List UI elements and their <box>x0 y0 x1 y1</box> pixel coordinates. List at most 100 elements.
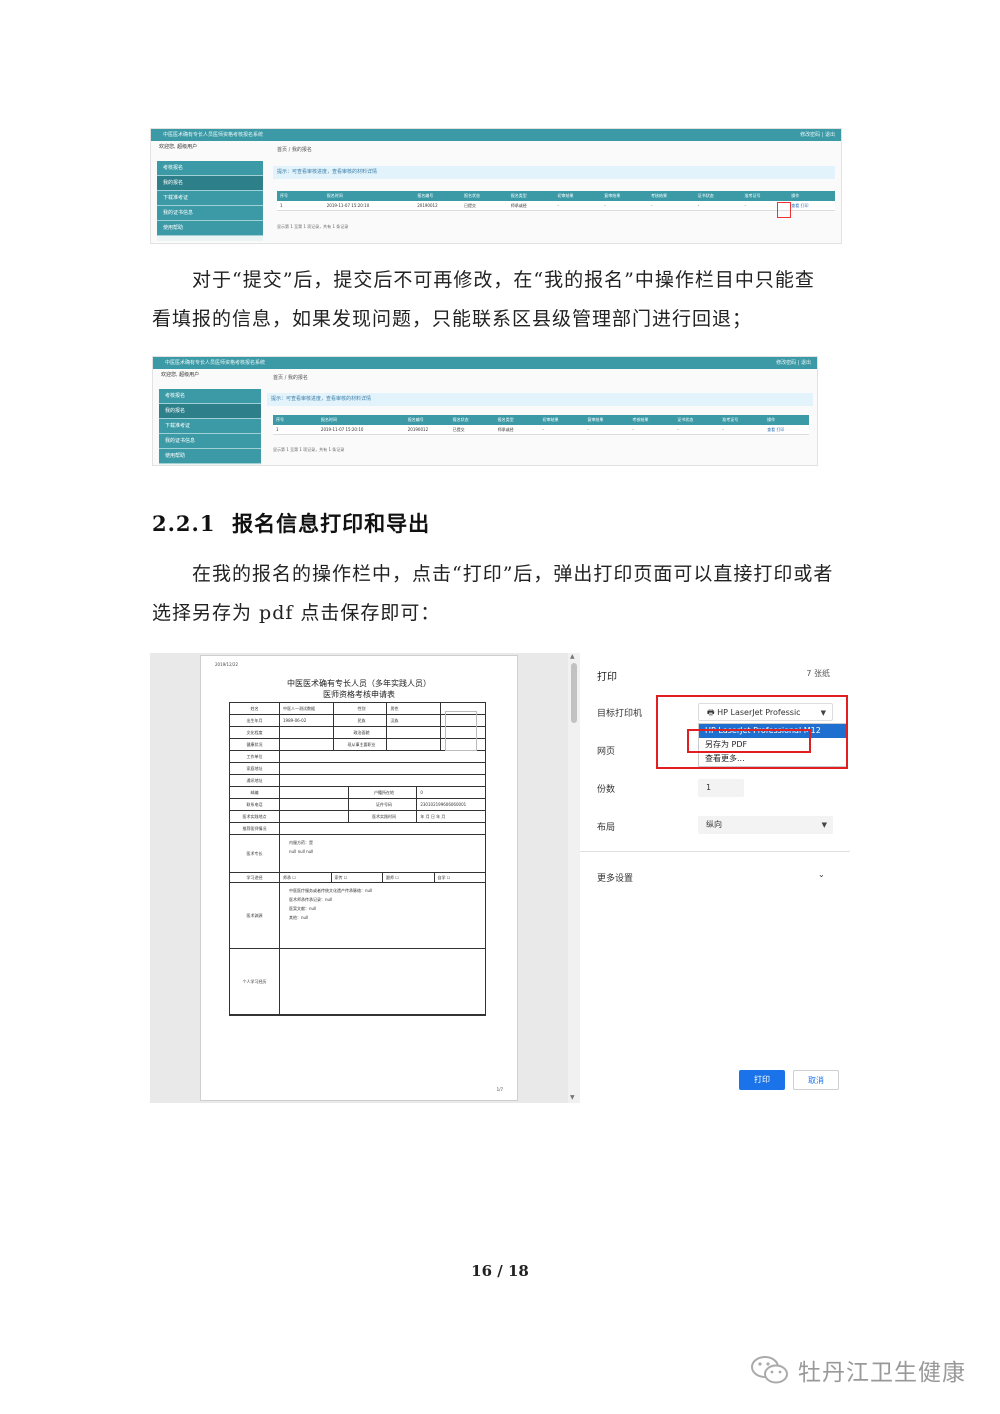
column-header: 初审结果 <box>542 417 559 422</box>
header-links[interactable]: 修改密码 | 退出 <box>800 129 835 141</box>
print-date: 2019/12/22 <box>215 662 239 667</box>
section-heading: 2.2.1 报名信息打印和导出 <box>152 508 430 538</box>
scroll-thumb[interactable] <box>571 663 577 723</box>
sidebar-item-my-registration[interactable]: 我的报名 <box>159 404 261 419</box>
table-cell: - <box>632 427 634 432</box>
more-settings[interactable]: 更多设置 <box>597 871 633 884</box>
form-label: 现从事主要职业 <box>334 739 388 750</box>
scroll-down-icon[interactable]: ▼ <box>570 1094 575 1101</box>
sidebar-item-apply[interactable]: 考核报名 <box>159 389 261 404</box>
form-label: 医术实践时间 <box>349 811 418 822</box>
scroll-up-icon[interactable]: ▲ <box>570 653 575 660</box>
list-item: null null null <box>289 849 314 854</box>
form-value: 汉族 <box>390 717 399 723</box>
wechat-icon <box>751 1356 788 1384</box>
column-header: 证书状态 <box>677 417 694 422</box>
table-cell: - <box>677 427 679 432</box>
sidebar-item-certificate[interactable]: 我的证书信息 <box>157 206 263 221</box>
form-label: 邮编 <box>230 787 280 798</box>
column-header: 复审结果 <box>587 417 604 422</box>
form-label: 政治面貌 <box>334 727 388 738</box>
sidebar-item-apply[interactable]: 考核报名 <box>157 161 263 176</box>
form-label: 民族 <box>334 715 388 726</box>
table-header-row: 序号 报名时间 报名编号 报名状态 报名类型 初审结果 复审结果 考核结果 证书… <box>277 191 835 201</box>
table-cell: - <box>542 427 544 432</box>
header-links[interactable]: 修改密码 | 退出 <box>776 357 811 369</box>
column-header: 报名时间 <box>326 193 343 198</box>
table-cell: 20190012 <box>407 427 429 432</box>
table-cell: - <box>722 427 724 432</box>
sidebar-item-admission-ticket[interactable]: 下载准考证 <box>159 419 261 434</box>
form-label: 出生年月 <box>230 715 280 726</box>
form-value: 男性 <box>390 705 399 711</box>
column-header: 证书状态 <box>697 193 714 198</box>
column-header: 报名状态 <box>464 193 480 198</box>
form-label: 健康状况 <box>230 739 280 750</box>
form-label: 推荐医师情况 <box>230 823 280 834</box>
chevron-down-icon[interactable]: ⌄ <box>818 870 825 879</box>
layout-label: 布局 <box>597 823 616 833</box>
study-option: 师承 ☐ <box>280 873 332 882</box>
photo-placeholder <box>445 711 477 751</box>
copies-input[interactable]: 1 <box>698 779 744 797</box>
column-header: 报名状态 <box>452 417 469 422</box>
table-cell: - <box>587 427 589 432</box>
form-title-line2: 医师资格考核申请表 <box>323 690 395 699</box>
spec-list: 内服方药：是 null null null <box>283 835 313 856</box>
list-item: 医案文献：null <box>289 906 317 911</box>
column-header: 报名时间 <box>320 417 337 422</box>
form-label: 家庭地址 <box>230 763 280 774</box>
table-cell: - <box>697 203 700 208</box>
divider <box>580 851 850 852</box>
sidebar: 考核报名 我的报名 下载准考证 我的证书信息 使用帮助 <box>157 161 263 241</box>
system-title: 中医医术确有专长人员医师资格考核报名系统 <box>165 360 266 366</box>
registration-table: 序号 报名时间 报名编号 报名状态 报名类型 初审结果 复审结果 考核结果 证书… <box>273 415 809 435</box>
paragraph-line: 看填报的信息，如果发现问题，只能联系区县级管理部门进行回退； <box>152 308 753 330</box>
user-greeting: 欢迎您, 超级用户 <box>161 372 200 378</box>
destination-label: 目标打印机 <box>597 709 643 719</box>
column-header: 报名编号 <box>407 417 424 422</box>
cancel-button[interactable]: 取消 <box>793 1070 839 1090</box>
list-item: 中医医疗服务或者传统文化遗产传承脉络：null <box>289 888 373 893</box>
paragraph-line: 选择另存为 pdf 点击保存即可： <box>152 602 441 624</box>
form-label: 医术实践地点 <box>230 811 280 822</box>
table-cell: 师承或经 <box>510 203 527 208</box>
table-cell: 2019-11-07 15:20:10 <box>320 427 364 432</box>
sheet-count: 7 张纸 <box>806 669 830 678</box>
breadcrumb: 首页 / 我的报名 <box>273 375 308 381</box>
form-label: 性别 <box>334 703 388 714</box>
preview-scrollbar[interactable]: ▲ ▼ <box>568 653 580 1103</box>
form-label: 姓名 <box>230 703 280 714</box>
form-label: 工作单位 <box>230 751 280 762</box>
sidebar-item-help[interactable]: 使用帮助 <box>159 449 261 464</box>
pager-info: 显示第 1 至第 1 项记录，共有 1 条记录 <box>273 447 345 452</box>
layout-select[interactable]: 纵向 ▼ <box>698 816 833 834</box>
layout-value: 纵向 <box>706 820 722 829</box>
form-label: 医术渊源 <box>230 883 280 948</box>
table-cell: - <box>604 203 606 208</box>
chevron-down-icon: ▼ <box>821 821 827 829</box>
column-header: 操作 <box>791 193 800 198</box>
sidebar-item-certificate[interactable]: 我的证书信息 <box>159 434 261 449</box>
form-title-line1: 中医医术确有专长人员（多年实践人员） <box>287 679 431 688</box>
table-cell: 师承或经 <box>497 427 514 432</box>
form-value: 1989-06-02 <box>280 715 334 726</box>
form-label: 个人学习经历 <box>230 949 280 1014</box>
print-button[interactable]: 打印 <box>739 1070 785 1090</box>
system-screenshot-1: 中医医术确有专长人员医师资格考核报名系统 修改密码 | 退出 欢迎您, 超级用户… <box>150 128 842 244</box>
table-cell: 1 <box>280 203 283 208</box>
system-header: 中医医术确有专长人员医师资格考核报名系统 修改密码 | 退出 <box>151 129 841 141</box>
pages-label: 网页 <box>597 747 616 757</box>
sidebar-item-help[interactable]: 使用帮助 <box>157 221 263 236</box>
copies-label: 份数 <box>597 785 616 795</box>
preview-page-number: 1/7 <box>496 1087 503 1092</box>
source-list: 中医医疗服务或者传统文化遗产传承脉络：null 医术师承传承记录：null 医案… <box>283 883 372 922</box>
form-label: 证件号码 <box>349 799 418 810</box>
form-label: 文化程度 <box>230 727 280 738</box>
form-label: 联系电话 <box>230 799 280 810</box>
sidebar-item-my-registration[interactable]: 我的报名 <box>157 176 263 191</box>
action-links[interactable]: 查看 打印 <box>788 201 835 210</box>
sidebar-item-admission-ticket[interactable]: 下载准考证 <box>157 191 263 206</box>
section-number: 2.2.1 <box>152 511 216 536</box>
action-links[interactable]: 查看 打印 <box>764 425 809 434</box>
